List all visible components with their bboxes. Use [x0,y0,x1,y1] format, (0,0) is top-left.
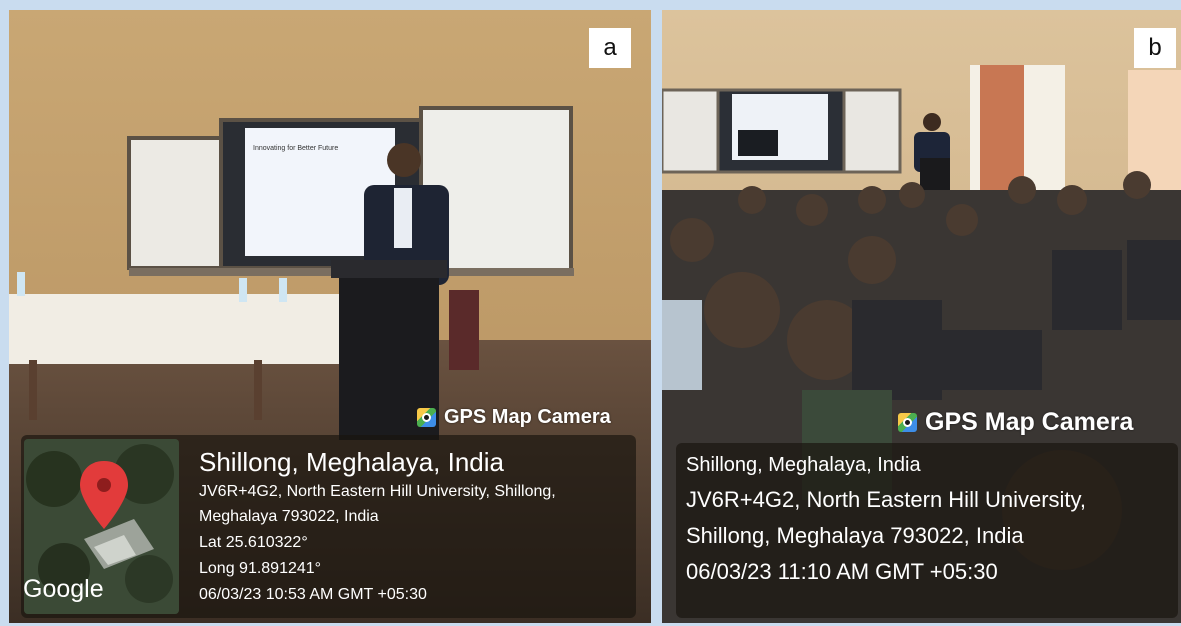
slide-title: Innovating for Better Future [253,145,338,152]
address-line2-b: Shillong, Meghalaya 793022, India [686,523,1024,548]
panel-label-b: b [1134,28,1176,68]
location-title-a: Shillong, Meghalaya, India [199,447,504,477]
location-card-a: Google Shillong, Meghalaya, India JV6R+4… [21,435,636,618]
photo-panel-a: Innovating for Better Future a GPS Map C… [9,10,651,623]
address-line2-a: Meghalaya 793022, India [199,508,379,525]
longitude-a: Long 91.891241° [199,560,322,577]
gps-camera-title-a: GPS Map Camera [417,406,611,429]
location-title-b: Shillong, Meghalaya, India [686,454,921,476]
gps-camera-icon [417,408,436,427]
timestamp-b: 06/03/23 11:10 AM GMT +05:30 [686,559,998,584]
gps-camera-title-b: GPS Map Camera [898,408,1133,437]
gps-camera-label: GPS Map Camera [925,408,1134,436]
location-card-b: Shillong, Meghalaya, India JV6R+4G2, Nor… [676,443,1178,618]
latitude-a: Lat 25.610322° [199,534,308,551]
panel-label-a: a [589,28,631,68]
address-line1-b: JV6R+4G2, North Eastern Hill University, [686,487,1087,512]
photo-panel-b: b GPS Map Camera Shillong, Meghalaya, In… [662,10,1181,623]
address-line1-a: JV6R+4G2, North Eastern Hill University,… [199,483,556,500]
map-brand: Google [23,575,104,603]
gps-camera-icon [898,413,917,432]
timestamp-a: 06/03/23 10:53 AM GMT +05:30 [199,586,427,603]
gps-camera-label: GPS Map Camera [444,406,611,428]
